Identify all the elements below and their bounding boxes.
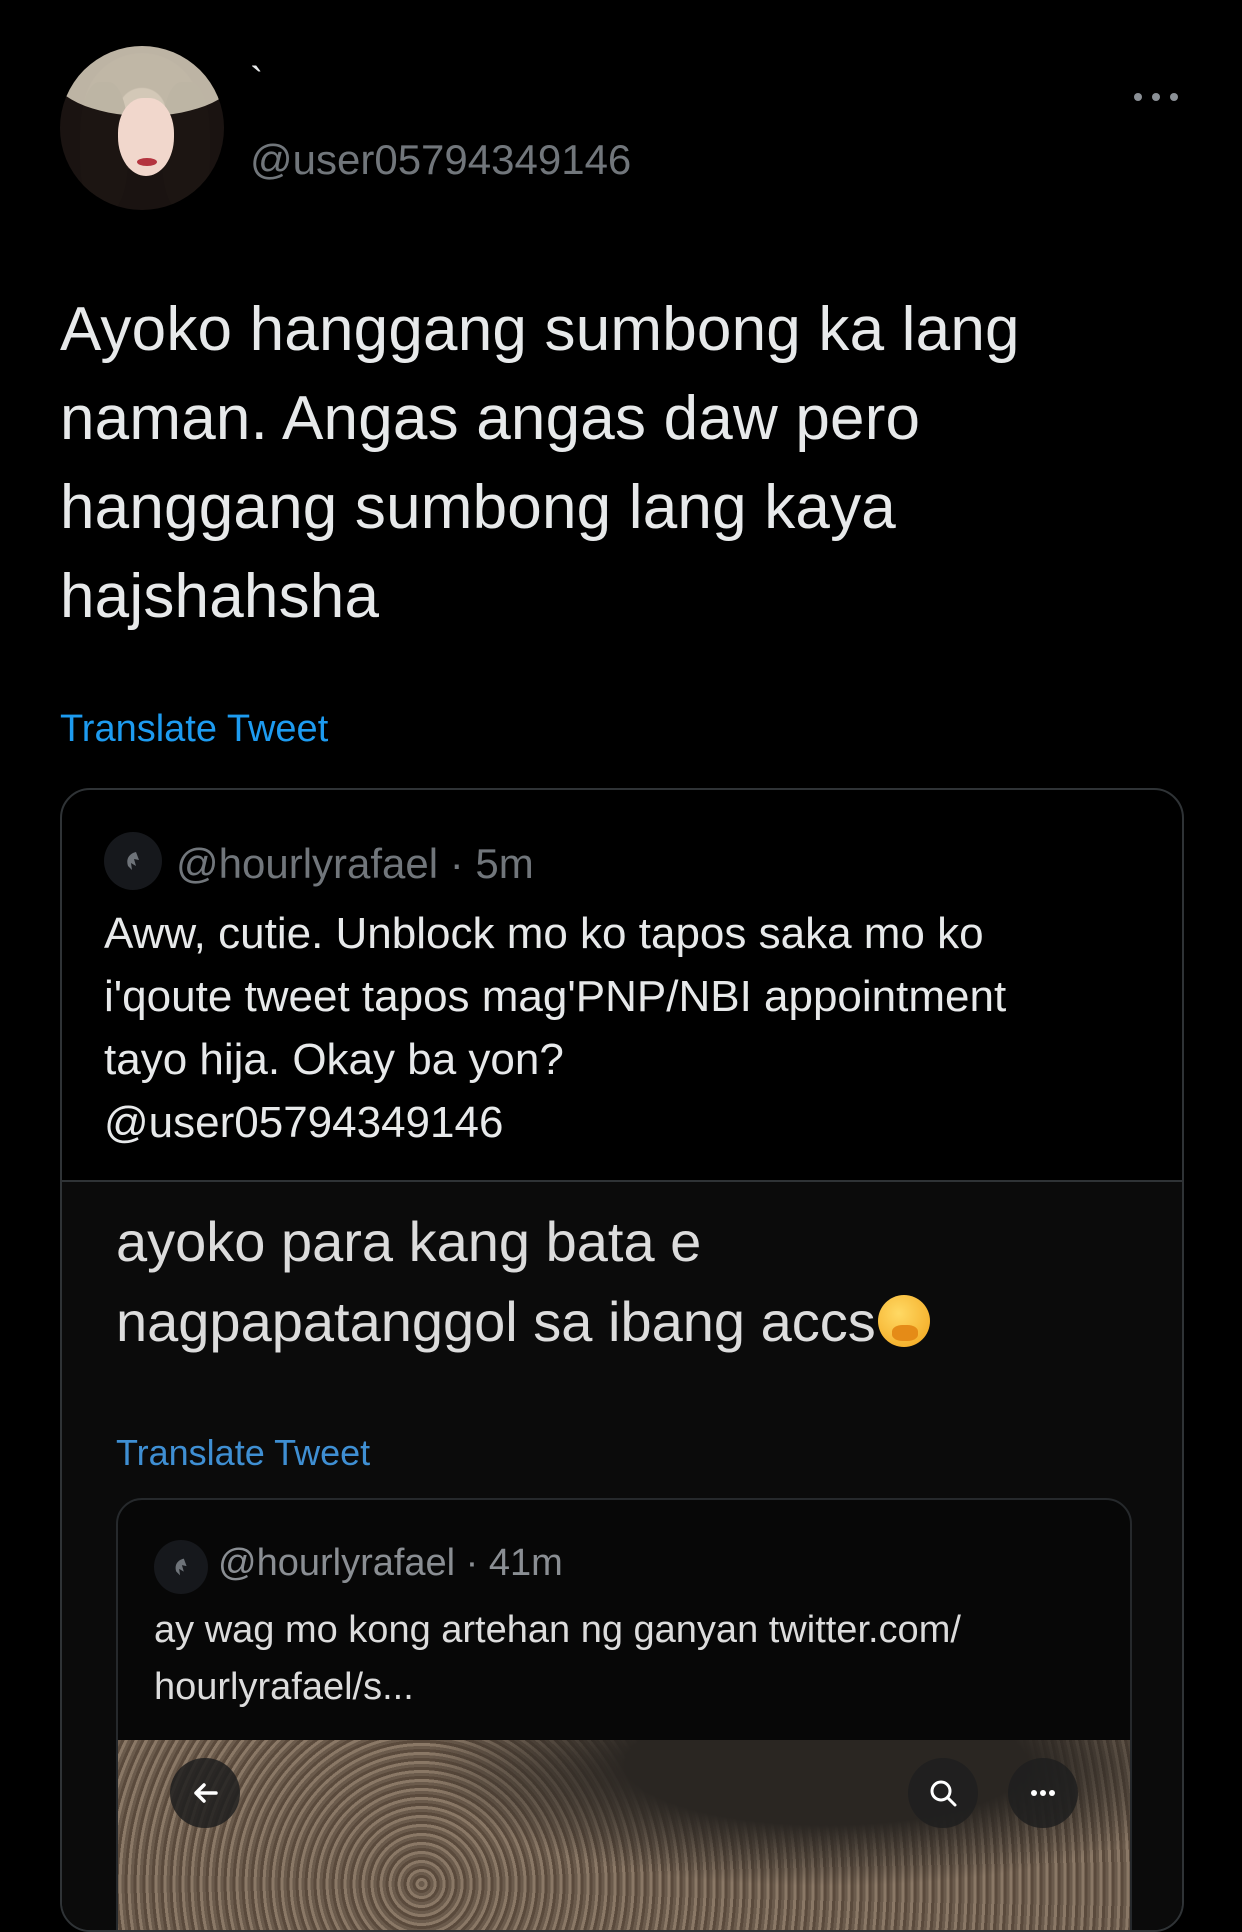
quoted-author-avatar-icon <box>127 852 139 870</box>
author-display-name[interactable]: ` <box>250 62 263 102</box>
screenshot-inner-quote: @hourlyrafael · 41m ay wag mo kong arteh… <box>116 1498 1132 1930</box>
screenshot-translate-link: Translate Tweet <box>116 1432 371 1473</box>
author-avatar[interactable] <box>60 46 224 210</box>
inner-avatar-icon <box>175 1558 187 1576</box>
screenshot-text-line: nagpapatanggol sa ibang accs <box>116 1290 876 1353</box>
author-handle[interactable]: @user05794349146 <box>250 136 631 184</box>
back-arrow-icon <box>170 1758 240 1828</box>
more-options-icon[interactable] <box>1134 88 1178 106</box>
inner-quote-avatar <box>154 1540 208 1594</box>
tweet-text: Ayoko hanggang sumbong ka lang naman. An… <box>60 285 1160 641</box>
quoted-tweet-meta[interactable]: @hourlyrafael · 5m <box>176 840 534 888</box>
inner-text-line: ay wag mo kong artehan ng ganyan twitter… <box>154 1609 961 1651</box>
translate-tweet-link[interactable]: Translate Tweet <box>60 708 328 751</box>
inner-text-line: hourlyrafael/s... <box>154 1666 414 1708</box>
inner-quote-text: ay wag mo kong artehan ng ganyan twitter… <box>154 1602 1114 1716</box>
quoted-text-line: i'qoute tweet tapos mag'PNP/NBI appointm… <box>104 972 1007 1021</box>
inner-quote-photo <box>118 1740 1130 1930</box>
tweet-text-line: hajshahsha <box>60 562 380 631</box>
screenshot-text: ayoko para kang bata e nagpapatanggol sa… <box>116 1202 930 1362</box>
quoted-text-line: Aww, cutie. Unblock mo ko tapos saka mo … <box>104 909 984 958</box>
quoted-text-line: tayo hija. Okay ba yon? <box>104 1035 564 1084</box>
quoted-author-avatar[interactable] <box>104 832 162 890</box>
tweet-text-line: Ayoko hanggang sumbong ka lang <box>60 295 1020 364</box>
tweet-text-line: hanggang sumbong lang kaya <box>60 473 896 542</box>
quoted-tweet-card[interactable]: @hourlyrafael · 5m Aww, cutie. Unblock m… <box>60 788 1184 1932</box>
hand-over-mouth-emoji-icon <box>877 1295 930 1347</box>
quoted-tweet-text: Aww, cutie. Unblock mo ko tapos saka mo … <box>104 902 1164 1154</box>
tweet-text-line: naman. Angas angas daw pero <box>60 384 921 453</box>
inner-quote-meta: @hourlyrafael · 41m <box>218 1542 563 1584</box>
more-icon <box>1008 1758 1078 1828</box>
search-icon <box>908 1758 978 1828</box>
attached-screenshot[interactable]: ayoko para kang bata e nagpapatanggol sa… <box>62 1182 1182 1930</box>
screenshot-text-line: ayoko para kang bata e <box>116 1210 702 1273</box>
quoted-text-line: @user05794349146 <box>104 1098 504 1147</box>
